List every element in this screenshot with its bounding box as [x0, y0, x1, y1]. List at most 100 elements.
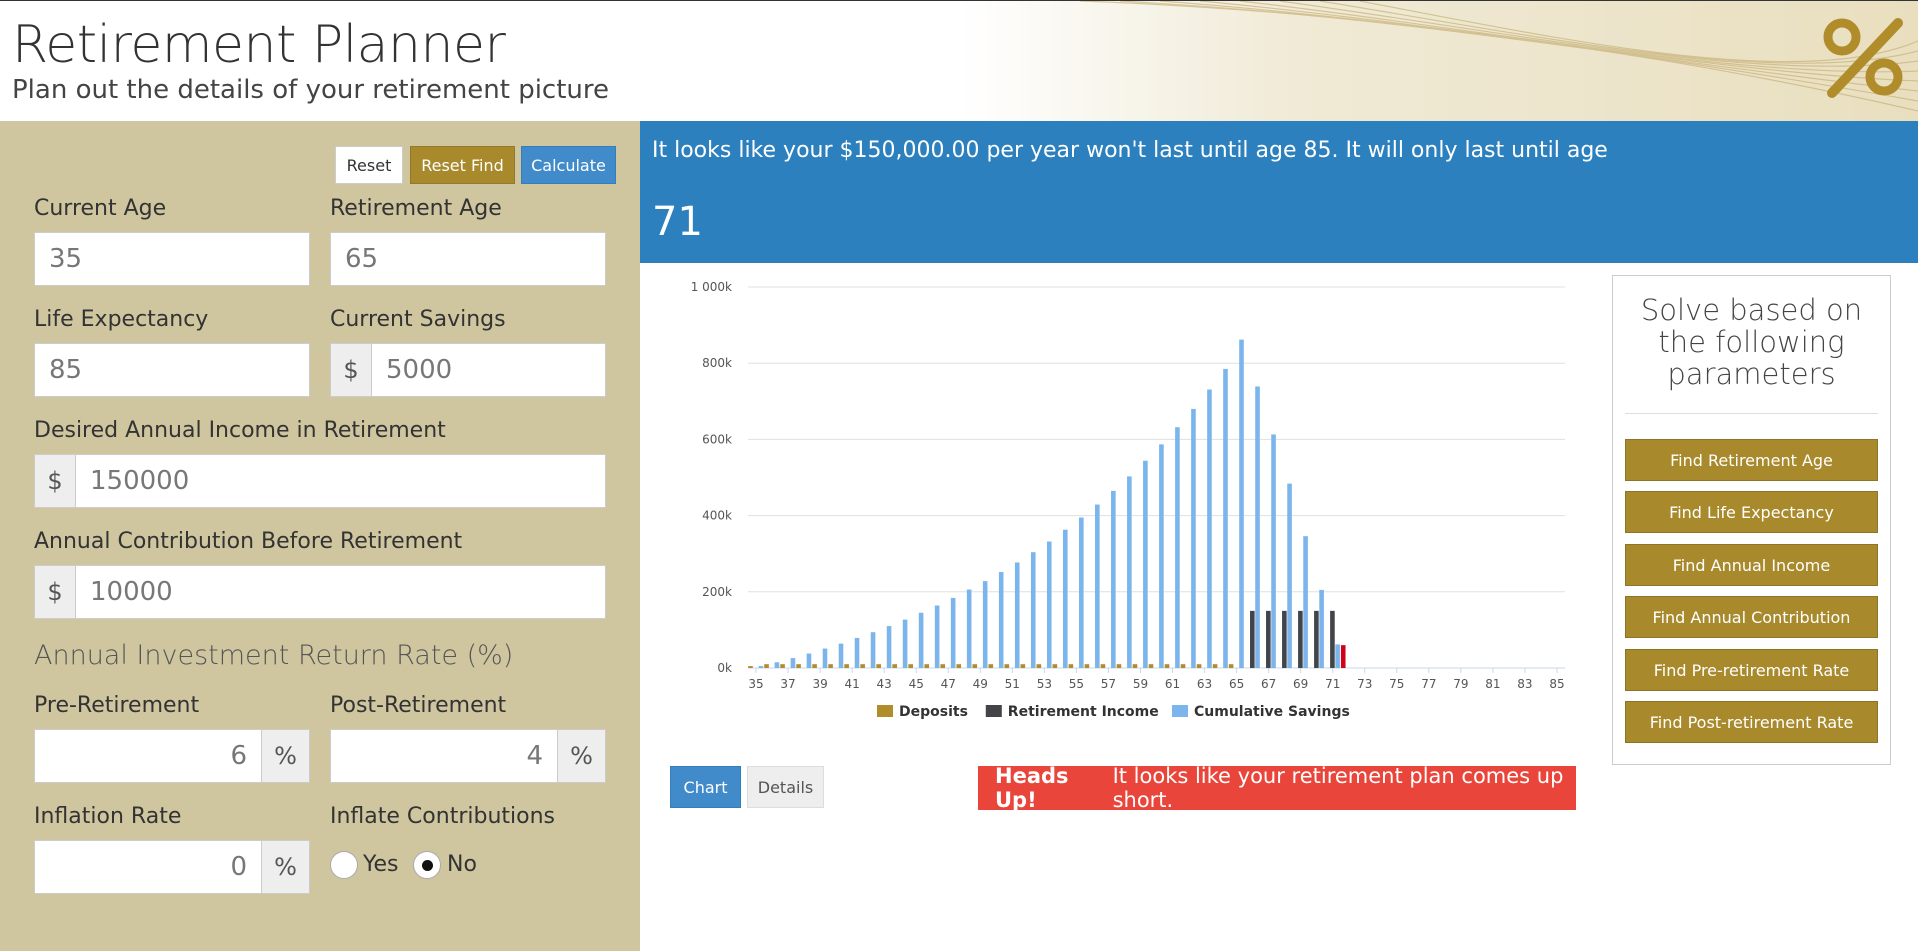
bar-cumulative-savings [758, 666, 764, 668]
percent-icon [1823, 18, 1903, 98]
bar-deposits [1228, 664, 1234, 668]
life-expectancy-label: Life Expectancy [34, 307, 209, 332]
bar-deposits [972, 664, 978, 668]
x-tick-label: 55 [1069, 677, 1084, 691]
x-tick-label: 65 [1229, 677, 1244, 691]
bar-cumulative-savings [1127, 476, 1132, 668]
currency-addon: $ [330, 343, 372, 397]
desired-income-input[interactable]: 150000 [75, 454, 606, 508]
legend-label: Cumulative Savings [1194, 704, 1350, 720]
result-age: 71 [652, 199, 703, 245]
x-tick-label: 51 [1005, 677, 1020, 691]
shortfall-alert: Heads Up! It looks like your retirement … [978, 764, 1576, 812]
bar-cumulative-savings [1191, 408, 1196, 668]
x-tick-label: 75 [1389, 677, 1404, 691]
find-annual-income-button[interactable]: Find Annual Income [1625, 544, 1878, 586]
pre-retirement-label: Pre-Retirement [34, 693, 200, 718]
legend-swatch [985, 705, 1002, 717]
x-tick-label: 49 [973, 677, 988, 691]
bar-deposits [1020, 664, 1026, 668]
bar-cumulative-savings [774, 662, 780, 668]
bar-cumulative-savings [902, 619, 908, 668]
inflation-rate-input[interactable]: 0 [34, 840, 262, 894]
post-retirement-label: Post-Retirement [330, 693, 507, 718]
current-age-input[interactable]: 35 [34, 232, 310, 286]
find-retirement-age-button[interactable]: Find Retirement Age [1625, 439, 1878, 481]
post-retirement-input[interactable]: 4 [330, 729, 558, 783]
currency-addon: $ [34, 454, 76, 508]
bar-cumulative-savings [854, 637, 860, 668]
calculate-button[interactable]: Calculate [521, 146, 616, 184]
bar-cumulative-savings [950, 597, 956, 668]
y-tick-label: 400k [702, 509, 732, 523]
bar-deposits [764, 664, 769, 668]
input-panel: Reset Reset Find Calculate Current Age 3… [0, 121, 640, 951]
bar-cumulative-savings [822, 648, 828, 668]
bar-cumulative-savings [1223, 368, 1228, 668]
bar-cumulative-savings [1207, 389, 1212, 668]
app-header: Retirement Planner Plan out the details … [0, 0, 1918, 121]
y-tick-label: 600k [702, 432, 732, 446]
bar-cumulative-savings [1014, 562, 1020, 668]
x-tick-label: 85 [1549, 677, 1564, 691]
inflate-no-label[interactable]: No [447, 852, 477, 877]
legend-label: Deposits [899, 704, 968, 720]
percent-addon: % [557, 729, 606, 783]
bar-deposits [1148, 664, 1154, 668]
shortfall-marker [1340, 645, 1346, 668]
inflate-yes-radio[interactable] [330, 851, 358, 879]
inflate-yes-label[interactable]: Yes [363, 852, 399, 877]
bar-deposits [908, 664, 914, 668]
page-title: Retirement Planner [12, 15, 506, 75]
annual-contribution-input[interactable]: 10000 [75, 565, 606, 619]
bar-deposits [1084, 664, 1090, 668]
bar-cumulative-savings [1287, 483, 1292, 668]
bar-cumulative-savings [1335, 644, 1340, 668]
x-tick-label: 37 [780, 677, 795, 691]
currency-addon: $ [34, 565, 76, 619]
bar-deposits [1068, 664, 1074, 668]
bar-deposits [1180, 664, 1186, 668]
x-tick-label: 69 [1293, 677, 1308, 691]
find-annual-contribution-button[interactable]: Find Annual Contribution [1625, 596, 1878, 638]
x-tick-label: 43 [877, 677, 892, 691]
return-rate-heading: Annual Investment Return Rate (%) [34, 640, 514, 671]
savings-chart: 0k 200k 400k 600k 800k 1 000k 35 37 39 41 43 45 47 49… [660, 270, 1580, 750]
bar-retirement-income [1266, 610, 1271, 668]
bar-retirement-income [1314, 610, 1319, 668]
percent-addon: % [261, 840, 310, 894]
annual-contribution-label: Annual Contribution Before Retirement [34, 529, 463, 554]
find-post-retirement-rate-button[interactable]: Find Post-retirement Rate [1625, 701, 1878, 743]
bar-deposits [828, 664, 833, 668]
bar-deposits [1100, 664, 1106, 668]
bar-cumulative-savings [870, 632, 876, 668]
solve-title: Solve based on the following parameters [1640, 293, 1863, 391]
bar-deposits [1052, 664, 1058, 668]
tab-details[interactable]: Details [747, 766, 824, 808]
inflate-no-radio[interactable] [413, 851, 441, 879]
x-tick-label: 77 [1421, 677, 1436, 691]
bar-deposits [796, 664, 801, 668]
bar-deposits [988, 664, 994, 668]
retirement-age-input[interactable]: 65 [330, 232, 606, 286]
reset-button[interactable]: Reset [335, 146, 403, 184]
bar-cumulative-savings [998, 571, 1004, 668]
current-savings-input[interactable]: 5000 [371, 343, 606, 397]
x-tick-label: 79 [1453, 677, 1468, 691]
bar-deposits [892, 664, 897, 668]
bar-cumulative-savings [1319, 589, 1324, 668]
x-tick-label: 61 [1165, 677, 1180, 691]
life-expectancy-input[interactable]: 85 [34, 343, 310, 397]
bar-cumulative-savings [1046, 541, 1052, 668]
tab-chart[interactable]: Chart [670, 766, 741, 808]
reset-find-button[interactable]: Reset Find [410, 146, 515, 184]
bar-cumulative-savings [1143, 460, 1148, 668]
y-tick-label: 800k [702, 356, 732, 370]
find-life-expectancy-button[interactable]: Find Life Expectancy [1625, 491, 1878, 533]
pre-retirement-input[interactable]: 6 [34, 729, 262, 783]
bar-deposits [780, 664, 785, 668]
y-tick-label: 1 000k [691, 280, 732, 294]
find-pre-retirement-rate-button[interactable]: Find Pre-retirement Rate [1625, 649, 1878, 691]
bar-cumulative-savings [918, 612, 924, 668]
bar-cumulative-savings [1030, 552, 1036, 668]
